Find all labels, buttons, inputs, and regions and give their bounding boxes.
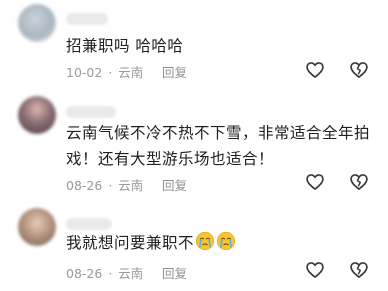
comment-item: 招兼职吗 哈哈哈 10-02 · 云南 回复 — [0, 0, 388, 86]
reply-button[interactable]: 回复 — [162, 175, 187, 194]
comment-item: 我就想问要兼职不 08-26 · 云南 回复 — [0, 204, 388, 291]
comment-location: 云南 — [118, 178, 144, 193]
crying-face-emoji-icon — [216, 231, 236, 251]
comment-meta: 08-26 · 云南 回复 — [66, 263, 187, 282]
dislike-broken-heart-icon[interactable] — [349, 260, 369, 280]
reply-button[interactable]: 回复 — [162, 62, 187, 81]
like-heart-icon[interactable] — [305, 60, 325, 80]
comment-location: 云南 — [118, 266, 144, 281]
comment-text-content: 我就想问要兼职不 — [66, 234, 195, 252]
comment-meta: 10-02 · 云南 回复 — [66, 62, 187, 81]
comment-text: 招兼职吗 哈哈哈 — [66, 37, 184, 55]
username-blurred[interactable] — [66, 106, 116, 118]
comment-text: 我就想问要兼职不 — [66, 230, 372, 256]
avatar[interactable] — [18, 208, 56, 246]
username-blurred[interactable] — [66, 13, 108, 25]
avatar[interactable] — [18, 96, 56, 134]
meta-separator: · — [108, 65, 113, 80]
comment-date: 08-26 — [66, 178, 103, 193]
crying-face-emoji-icon — [195, 231, 215, 251]
comment-meta: 08-26 · 云南 回复 — [66, 175, 187, 194]
dislike-broken-heart-icon[interactable] — [349, 172, 369, 192]
reply-button[interactable]: 回复 — [162, 263, 187, 282]
like-heart-icon[interactable] — [305, 172, 325, 192]
meta-separator: · — [108, 178, 113, 193]
comment-item: 云南气候不冷不热不下雪，非常适合全年拍戏！还有大型游乐场也适合！ 08-26 ·… — [0, 92, 388, 202]
comment-text: 云南气候不冷不热不下雪，非常适合全年拍戏！还有大型游乐场也适合！ — [66, 124, 371, 168]
comment-date: 10-02 — [66, 65, 103, 80]
dislike-broken-heart-icon[interactable] — [349, 60, 369, 80]
comment-date: 08-26 — [66, 266, 103, 281]
like-heart-icon[interactable] — [305, 260, 325, 280]
avatar[interactable] — [18, 4, 56, 42]
meta-separator: · — [108, 266, 113, 281]
username-blurred[interactable] — [66, 218, 112, 230]
comment-location: 云南 — [118, 65, 144, 80]
